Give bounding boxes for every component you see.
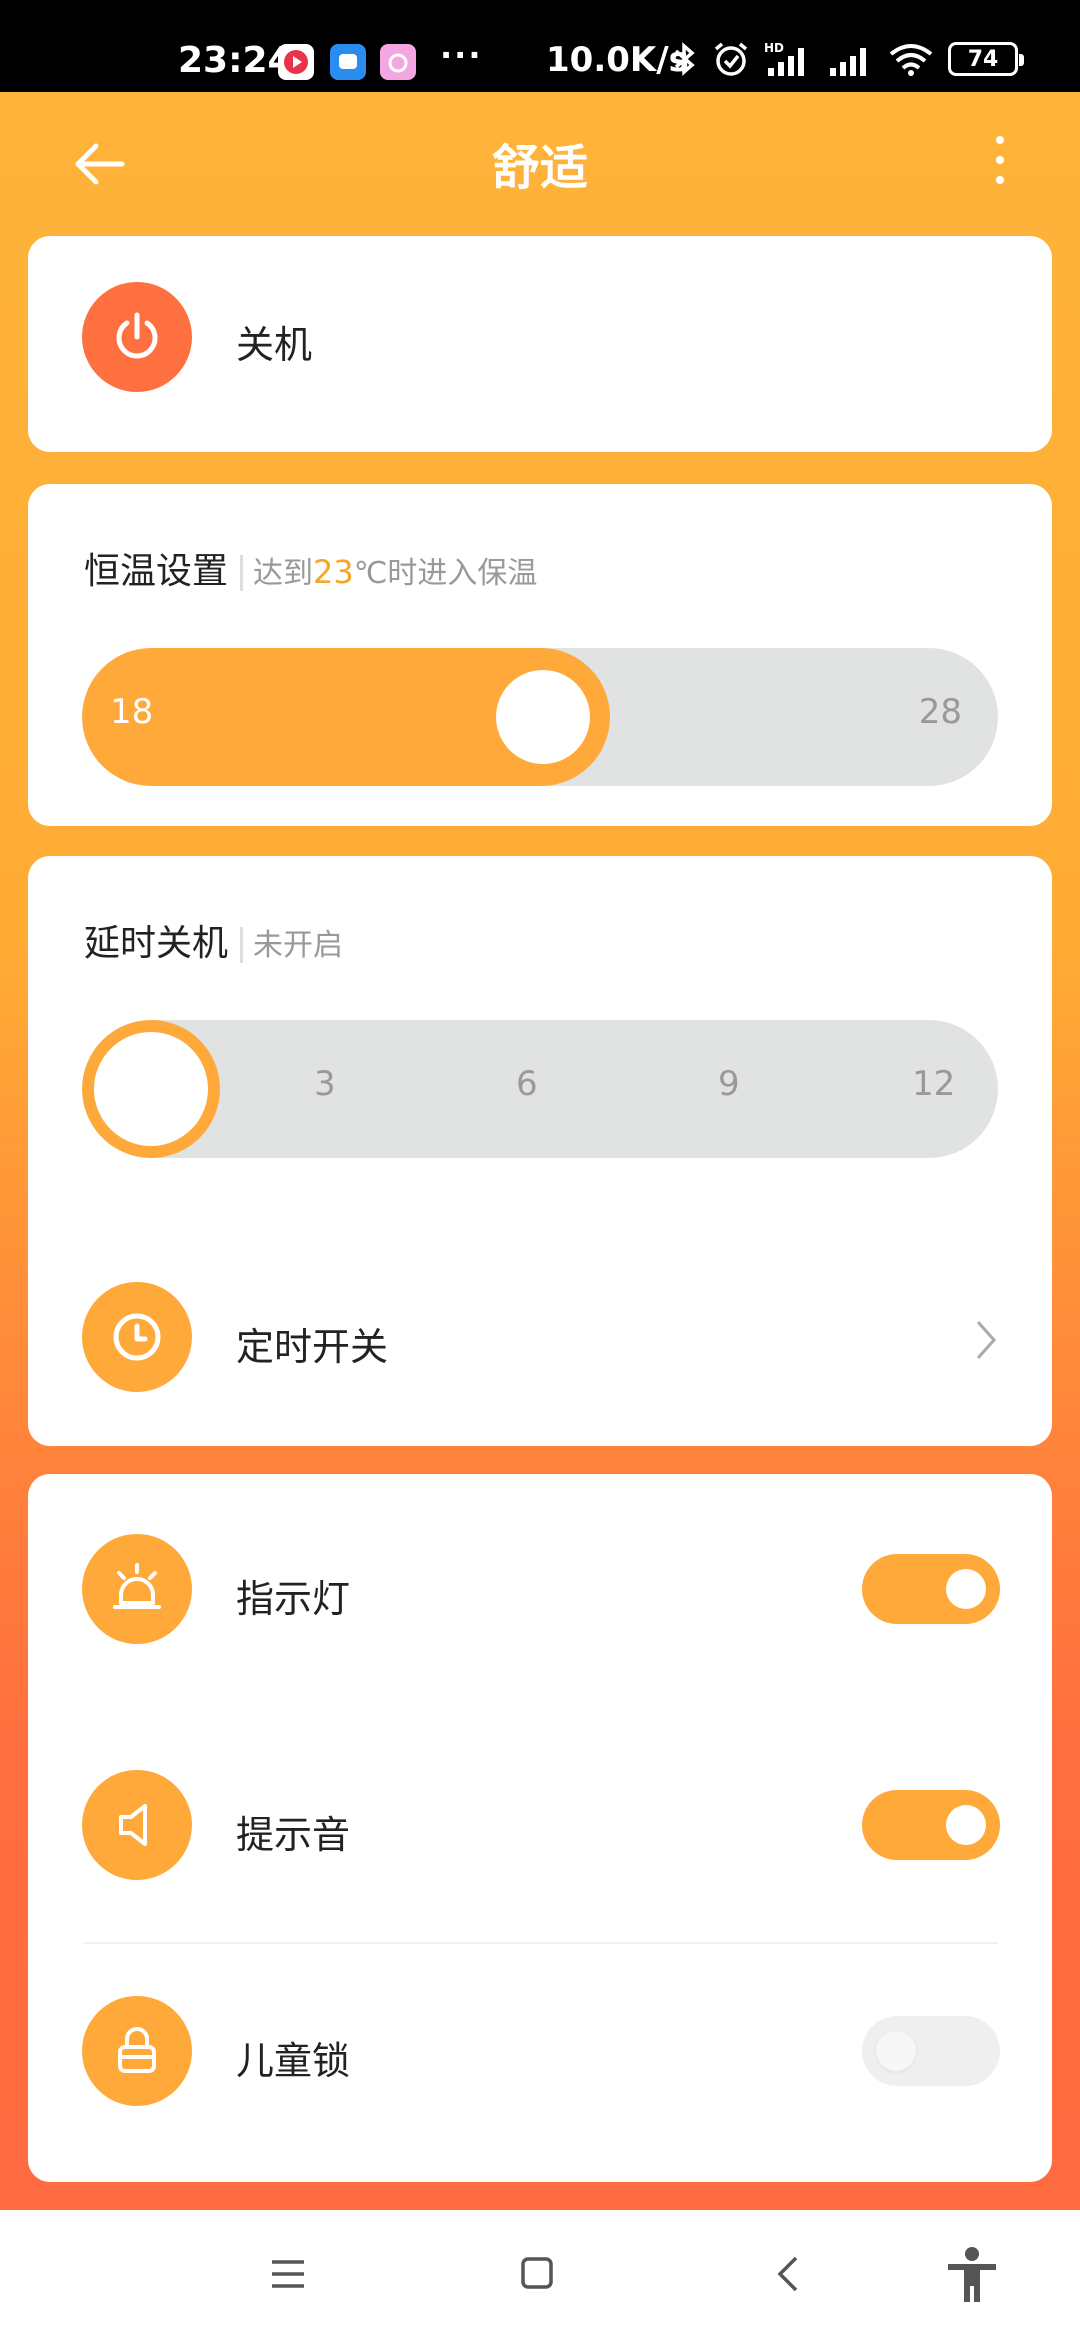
power-label: 关机 [236,323,313,367]
temperature-slider[interactable]: 18 28 [82,648,998,786]
indicator-light-toggle[interactable] [862,1554,1000,1624]
status-time: 23:24 [178,40,293,81]
beep-icon-circle [82,1770,192,1880]
hd-signal-icon: HD [764,41,804,76]
speaker-icon [119,1804,147,1846]
temperature-max-label: 28 [918,692,962,732]
delay-off-title: 延时关机 未开启 [84,923,344,964]
menu-icon[interactable] [270,2258,306,2290]
indicator-light-label: 指示灯 [236,1577,351,1621]
child-lock-icon-circle [82,1996,192,2106]
svg-text:HD: HD [764,41,784,55]
indicator-light-icon-circle [82,1534,192,1644]
battery-indicator: 74 [948,42,1024,76]
temperature-min-label: 18 [110,692,154,732]
power-card: 关机 [28,236,1052,452]
bluetooth-icon [674,42,695,76]
delay-off-slider-knob[interactable] [82,1020,220,1158]
delay-tick: 3 [314,1064,336,1104]
settings-card: 指示灯 提示音 儿童锁 [28,1474,1052,2182]
chevron-right-icon [976,1321,997,1359]
app-header: 舒适 [0,92,1080,232]
page-title: 舒适 [491,140,588,196]
temperature-slider-knob[interactable] [486,660,600,774]
home-icon[interactable] [520,2256,554,2290]
beep-label: 提示音 [236,1813,351,1857]
power-icon [116,312,158,359]
more-notifications: ··· [440,36,483,74]
delay-tick: 9 [718,1064,740,1104]
status-bar: 23:24 ··· 10.0K/s HD 74 [0,0,1080,92]
timer-icon-circle [82,1282,192,1392]
divider [84,1942,998,1944]
accessibility-icon[interactable] [944,2246,1000,2304]
beep-toggle[interactable] [862,1790,1000,1860]
more-menu-icon[interactable] [985,136,1015,196]
video-app-icon [278,44,314,80]
power-button[interactable] [82,282,192,392]
clock-icon [113,1313,161,1361]
lock-icon [118,2027,156,2073]
alarm-light-icon [113,1563,161,1609]
child-lock-label: 儿童锁 [236,2039,351,2083]
system-nav-bar [0,2210,1080,2340]
message-app-icon [330,44,366,80]
camera-app-icon [380,44,416,80]
timer-label: 定时开关 [236,1325,389,1369]
back-icon[interactable] [776,2254,800,2294]
alarm-icon [714,42,748,76]
delay-tick: 6 [516,1064,538,1104]
delay-off-slider[interactable]: 3 6 9 12 [82,1020,998,1158]
wifi-icon [889,44,933,76]
child-lock-toggle[interactable] [862,2016,1000,2086]
thermostat-title: 恒温设置 达到23℃时进入保温 [84,551,538,592]
delay-off-card: 延时关机 未开启 3 6 9 12 定时开关 [28,856,1052,1446]
signal-icon [830,48,866,76]
thermostat-card: 恒温设置 达到23℃时进入保温 18 28 [28,484,1052,826]
delay-tick: 12 [912,1064,956,1104]
network-speed: 10.0K/s [546,40,689,80]
